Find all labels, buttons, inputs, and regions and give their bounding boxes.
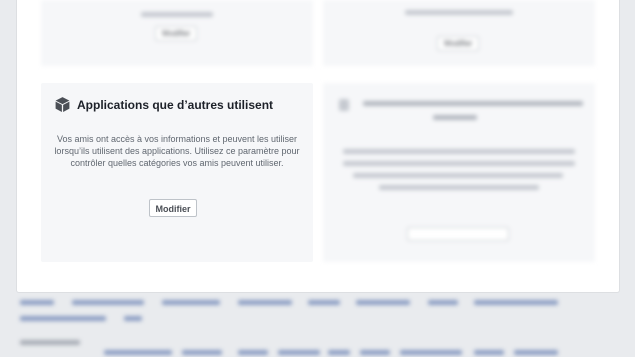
card-right: [323, 83, 595, 262]
blurred-text: [379, 185, 539, 190]
footer-text: [20, 340, 80, 345]
footer-link[interactable]: [400, 350, 462, 355]
footer-link[interactable]: [360, 350, 390, 355]
footer: [0, 292, 635, 357]
card-top-left-button[interactable]: Modifier: [155, 26, 198, 41]
footer-link[interactable]: [474, 300, 558, 305]
blurred-text: [405, 10, 513, 15]
card-apps-others-use: Applications que d’autres utilisent Vos …: [41, 83, 313, 262]
footer-link[interactable]: [474, 350, 504, 355]
footer-link[interactable]: [308, 300, 340, 305]
footer-link[interactable]: [238, 300, 292, 305]
card-title: Applications que d’autres utilisent: [77, 98, 274, 112]
blurred-button[interactable]: [407, 227, 509, 241]
footer-link[interactable]: [72, 300, 144, 305]
box-icon: [55, 97, 70, 112]
footer-link[interactable]: [104, 350, 172, 355]
settings-container: Modifier Modifier Applications que d’aut…: [16, 0, 620, 293]
footer-link[interactable]: [278, 350, 320, 355]
blurred-title: [363, 101, 583, 106]
blurred-text: [353, 173, 563, 178]
modify-button[interactable]: Modifier: [149, 199, 197, 217]
footer-link[interactable]: [20, 300, 54, 305]
footer-link[interactable]: [238, 350, 268, 355]
footer-link[interactable]: [356, 300, 410, 305]
footer-link[interactable]: [182, 350, 222, 355]
blurred-title: [433, 115, 477, 120]
footer-link[interactable]: [328, 350, 350, 355]
blurred-icon: [339, 99, 349, 111]
card-top-right-button[interactable]: Modifier: [437, 36, 480, 51]
footer-link[interactable]: [20, 316, 106, 321]
footer-link[interactable]: [162, 300, 220, 305]
card-top-left: Modifier: [41, 0, 313, 66]
blurred-text: [141, 12, 213, 17]
footer-link[interactable]: [124, 316, 142, 321]
blurred-text: [343, 149, 575, 154]
footer-link[interactable]: [428, 300, 458, 305]
blurred-text: [343, 161, 575, 166]
card-top-right: Modifier: [323, 0, 595, 66]
card-description: Vos amis ont accès à vos informations et…: [54, 134, 300, 168]
footer-link[interactable]: [514, 350, 558, 355]
